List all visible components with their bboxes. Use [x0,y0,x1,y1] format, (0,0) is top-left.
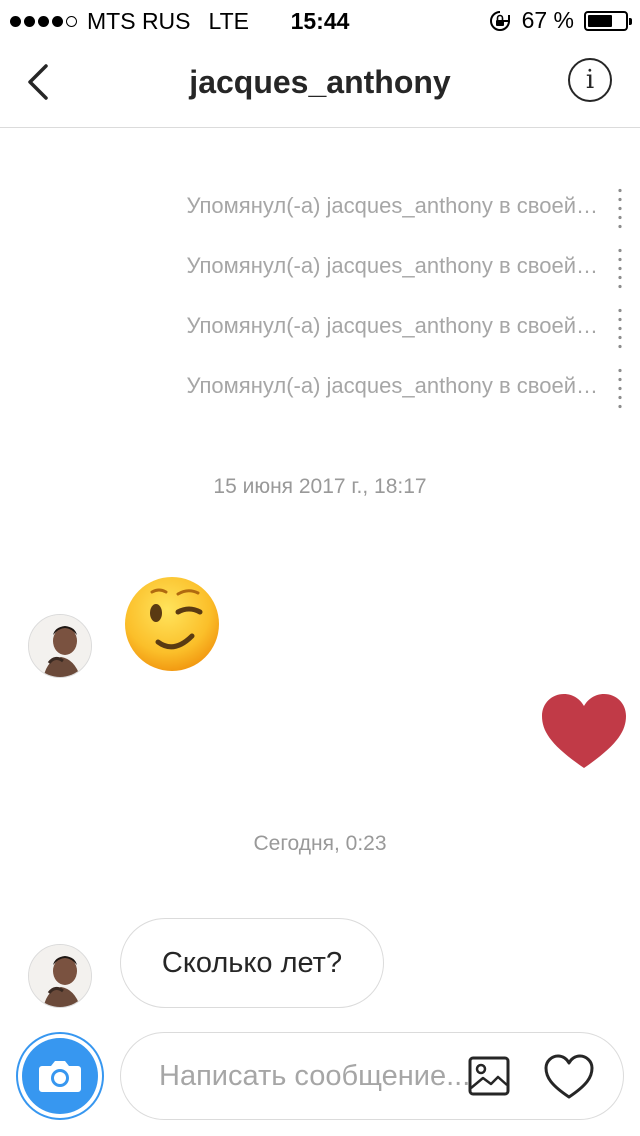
info-icon: i [585,65,595,95]
winking-face-emoji[interactable] [122,576,222,672]
gallery-icon[interactable] [467,1054,511,1098]
avatar[interactable] [28,614,92,678]
mention-item[interactable]: Упомянул(-а) jacques_anthony в своей… [187,373,598,399]
battery-icon [584,10,632,31]
heart-outline-icon[interactable] [543,1053,595,1101]
mention-divider [618,366,622,412]
mention-item[interactable]: Упомянул(-а) jacques_anthony в своей… [187,253,598,279]
message-text: Сколько лет? [161,946,343,979]
battery-percent: 67 % [521,7,574,33]
status-right: 67 % [488,7,632,34]
message-timestamp: Сегодня, 0:23 [253,832,387,855]
avatar-photo [29,615,91,677]
message-composer: Написать сообщение... [120,1032,624,1120]
message-input[interactable]: Написать сообщение... [159,1033,470,1119]
orientation-lock-icon [489,10,510,31]
mention-item[interactable]: Упомянул(-а) jacques_anthony в своей… [187,193,598,219]
info-button[interactable]: i [568,58,612,102]
avatar[interactable] [28,944,92,1008]
message-bubble[interactable]: Сколько лет? [120,918,384,1008]
conversation-title[interactable]: jacques_anthony [0,64,640,101]
mention-divider [618,186,622,232]
camera-button[interactable] [16,1032,104,1120]
message-timestamp: 15 июня 2017 г., 18:17 [213,475,427,498]
mention-divider [618,306,622,352]
camera-icon [39,1061,81,1092]
avatar-photo [29,945,91,1007]
nav-bar: jacques_anthony i [0,40,640,128]
heart-message[interactable] [542,694,626,770]
mention-divider [618,246,622,292]
mention-item[interactable]: Упомянул(-а) jacques_anthony в своей… [187,313,598,339]
status-bar: MTS RUS LTE 15:44 67 % [0,0,640,40]
